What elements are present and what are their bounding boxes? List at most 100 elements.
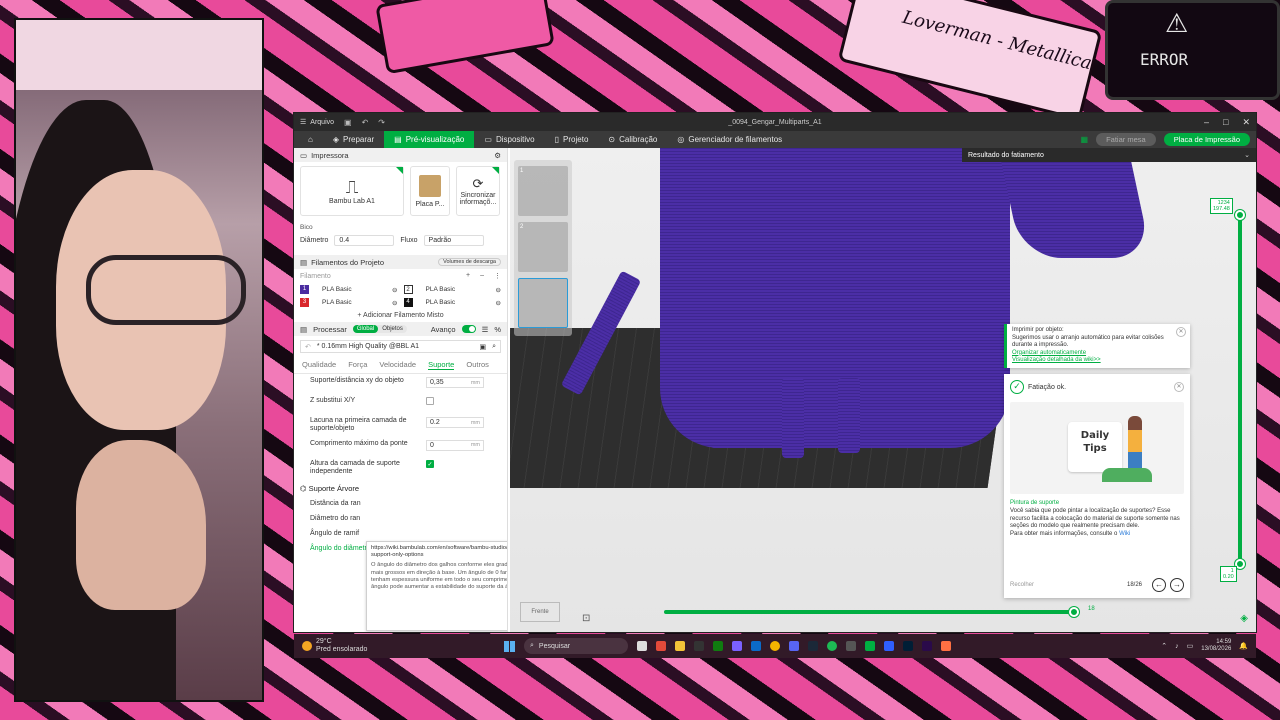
preview-viewport[interactable]: 1 2 Resultado do fatiamento ⌄ 1234 197.4… [510,148,1256,632]
view-cube[interactable]: Frente [520,602,560,622]
undo-icon[interactable]: ↶ [362,118,369,127]
process-preset-select[interactable]: ↶ * 0.16mm High Quality @BBL A1 ▣ ⌕ [300,340,501,353]
layer-slider[interactable] [1238,213,1242,565]
tab-project[interactable]: ▯ Projeto [545,131,599,148]
next-tip-icon[interactable]: → [1170,578,1184,592]
diameter-select[interactable]: 0.4 [334,235,395,246]
tray-chevron-icon[interactable]: ⌃ [1161,642,1167,650]
slice-result-bar[interactable]: Resultado do fatiamento ⌄ [962,148,1256,162]
tab-strength[interactable]: Força [348,360,367,370]
app-icon[interactable] [884,641,894,651]
layers-icon[interactable]: ◈ [1240,613,1248,624]
redo-icon[interactable]: ↷ [378,118,385,127]
close-icon[interactable]: ✕ [1242,117,1250,128]
tab-device[interactable]: ▭ Dispositivo [474,131,544,148]
remove-filament-icon[interactable]: – [480,272,484,280]
printer-settings-icon[interactable]: ⚙ [494,151,501,160]
move-slider-handle[interactable] [1069,607,1079,617]
global-option[interactable]: Global [352,325,379,333]
filament-edit-icon[interactable]: ⊖ [392,299,397,307]
close-notice-icon[interactable]: ✕ [1176,327,1186,337]
add-mixed-filament-button[interactable]: + Adicionar Filamento Misto [294,309,507,322]
filament-slot-3[interactable]: 3 PLA Basic ⊖ [300,298,398,307]
chrome-icon[interactable] [770,641,780,651]
close-tips-icon[interactable]: ✕ [1174,382,1184,392]
filament-slot-2[interactable]: 2 PLA Basic ⊖ [403,285,501,294]
more-icon[interactable]: ⋮ [494,272,501,280]
app-icon[interactable] [694,641,704,651]
advanced-toggle[interactable] [461,325,476,333]
tab-filament-manager[interactable]: ◎ Gerenciador de filamentos [667,131,792,148]
search-icon[interactable]: ⌕ [492,343,496,351]
flow-select[interactable]: Padrão [423,235,484,246]
option-input[interactable]: 0 mm [426,439,484,451]
file-menu[interactable]: ☰ Arquivo [300,118,334,127]
wiki-link[interactable]: Visualização detalhada da wiki>> [1012,357,1185,365]
save-icon[interactable]: ▣ [344,118,352,127]
filament-slot-4[interactable]: 4 PLA Basic ⊖ [403,298,501,307]
sync-button[interactable]: ⟳ Sincronizar informaçõ... [456,166,500,216]
spotify-icon[interactable] [827,641,837,651]
minimize-icon[interactable]: – [1204,117,1209,128]
app-icon[interactable] [846,641,856,651]
global-objects-switch[interactable]: Global Objetos [352,325,407,333]
clock[interactable]: 14:59 13/08/2026 [1201,639,1231,653]
tab-prepare[interactable]: ◈ Preparar [323,131,384,148]
add-filament-icon[interactable]: + [466,272,470,280]
windows-start-icon[interactable] [504,640,515,652]
filament-edit-icon[interactable]: ⊖ [496,286,501,294]
photoshop-icon[interactable] [903,641,913,651]
tab-support[interactable]: Suporte [428,360,455,370]
premiere-icon[interactable] [922,641,932,651]
tab-calibration[interactable]: ⊙ Calibração [598,131,667,148]
filament-slot-1[interactable]: 1 PLA Basic ⊖ [300,285,398,294]
app-icon[interactable] [732,641,742,651]
fit-view-icon[interactable]: ⊡ [582,613,590,624]
objects-option[interactable]: Objetos [378,325,407,333]
object-thumb-active[interactable] [518,278,568,328]
battery-icon[interactable]: ▭ [1187,642,1194,650]
task-view-icon[interactable] [637,641,647,651]
option-input[interactable]: 0,35 mm [426,377,484,388]
slice-plate-button[interactable]: Fatiar mesa [1096,133,1156,146]
chevron-down-icon[interactable]: ⌄ [1244,151,1250,159]
tooltip-url[interactable]: https://wiki.bambulab.com/en/software/ba… [371,545,507,559]
percent-icon[interactable]: % [494,325,501,334]
plate-list-icon[interactable]: ▦ [1081,135,1089,144]
option-input[interactable]: 0.2 mm [426,417,484,428]
layer-slider-top-handle[interactable] [1235,210,1245,220]
plate-selector[interactable]: Placa P... [410,166,450,216]
home-button[interactable]: ⌂ [298,131,323,148]
tab-speed[interactable]: Velocidade [379,360,416,370]
app-icon[interactable] [656,641,666,651]
file-explorer-icon[interactable] [675,641,685,651]
object-thumb[interactable]: 2 [518,222,568,272]
object-thumb[interactable]: 1 [518,166,568,216]
reset-icon[interactable]: ↶ [305,343,311,351]
save-preset-icon[interactable]: ▣ [479,343,486,351]
filament-edit-icon[interactable]: ⊖ [392,286,397,294]
tab-others[interactable]: Outros [466,360,489,370]
weather-widget[interactable]: 29°C Pred ensolarado [302,638,367,653]
app-icon[interactable] [941,641,951,651]
option-checkbox[interactable] [426,397,434,405]
taskbar-search[interactable]: ⌕ Pesquisar [524,638,628,654]
bambu-studio-icon[interactable] [865,641,875,651]
print-plate-button[interactable]: Placa de Impressão [1163,133,1250,146]
speaker-icon[interactable]: ♪ [1175,643,1179,650]
steam-icon[interactable] [808,641,818,651]
discord-icon[interactable] [789,641,799,651]
tab-quality[interactable]: Qualidade [302,360,336,370]
maximize-icon[interactable]: □ [1223,117,1228,128]
flush-volumes-button[interactable]: Volumes de descarga [438,258,501,266]
filament-edit-icon[interactable]: ⊖ [496,299,501,307]
app-icon[interactable] [713,641,723,651]
printer-selector[interactable]: ⎍ Bambu Lab A1 [300,166,404,216]
previous-tip-icon[interactable]: ← [1152,578,1166,592]
tip-wiki-link[interactable]: Wiki [1119,531,1130,537]
collapse-tips-button[interactable]: Recolher [1010,582,1034,588]
tab-preview[interactable]: ▤ Pré-visualização [384,131,475,148]
auto-arrange-link[interactable]: Organizar automaticamente [1012,350,1185,358]
option-checkbox-checked[interactable]: ✓ [426,459,434,468]
notifications-icon[interactable]: 🔔 [1239,642,1248,650]
